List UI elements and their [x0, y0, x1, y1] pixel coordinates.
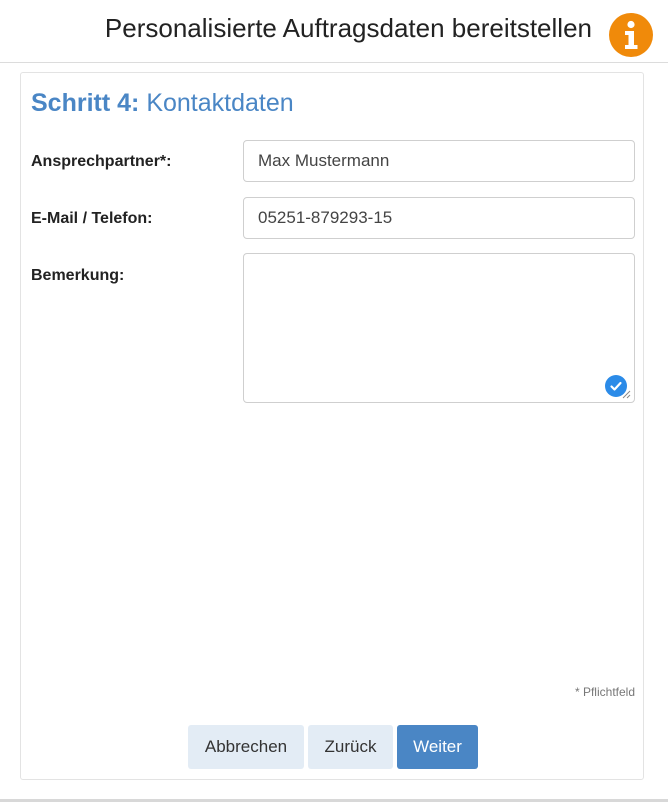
back-button[interactable]: Zurück [308, 725, 393, 769]
dialog-header: Personalisierte Auftragsdaten bereitstel… [0, 0, 668, 63]
remark-textarea[interactable] [243, 253, 635, 403]
info-icon[interactable] [609, 13, 653, 57]
contact-person-input[interactable] [243, 140, 635, 182]
email-phone-input[interactable] [243, 197, 635, 239]
dialog: Personalisierte Auftragsdaten bereitstel… [0, 0, 668, 802]
cancel-button[interactable]: Abbrechen [188, 725, 304, 769]
next-button[interactable]: Weiter [397, 725, 478, 769]
step-heading: Schritt 4: Kontaktdaten [31, 89, 294, 118]
remark-label: Bemerkung: [31, 267, 125, 284]
contact-person-label: Ansprechpartner*: [31, 153, 172, 170]
resize-handle-icon[interactable] [621, 389, 631, 399]
form-card: Schritt 4: Kontaktdaten Ansprechpartner*… [20, 72, 644, 780]
email-phone-label: E-Mail / Telefon: [31, 210, 153, 227]
dialog-title: Personalisierte Auftragsdaten bereitstel… [104, 13, 592, 43]
step-title: Kontaktdaten [146, 89, 294, 117]
step-number: Schritt 4: [31, 89, 140, 117]
required-field-note: * Pflichtfeld [574, 685, 635, 699]
